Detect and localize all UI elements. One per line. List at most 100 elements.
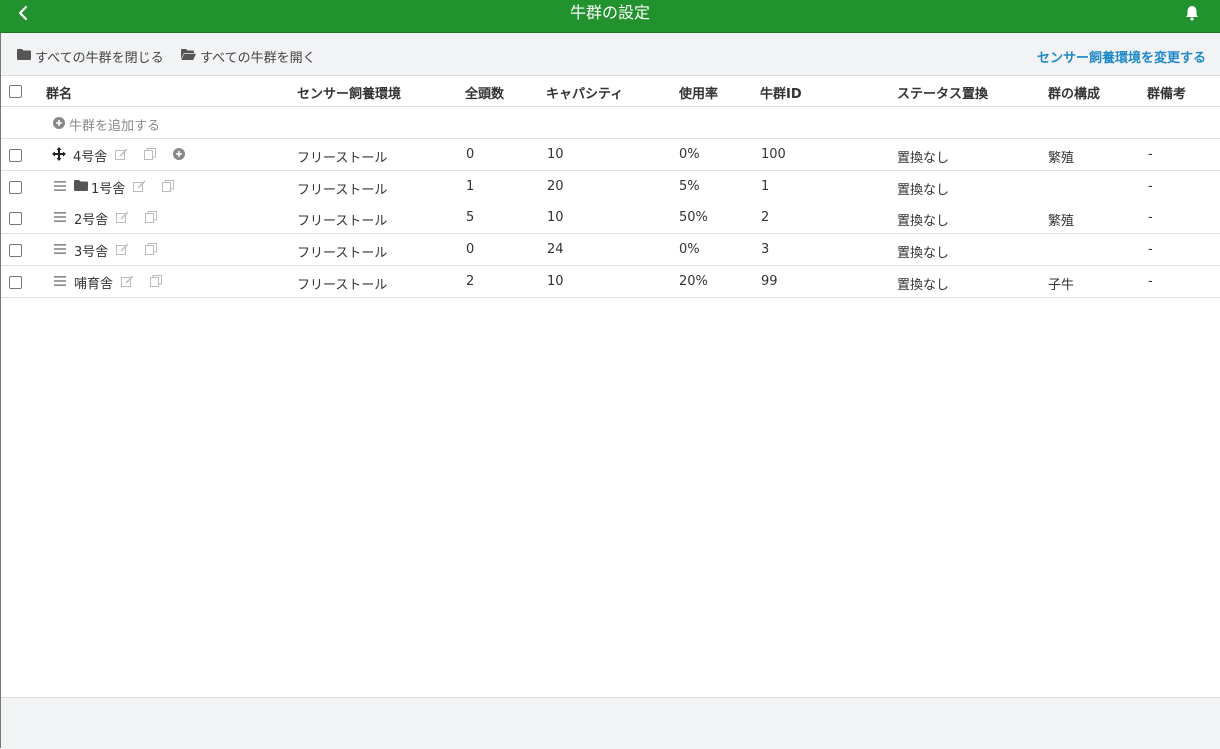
status-cell: 置換なし xyxy=(897,278,950,293)
drag-handle-icon[interactable] xyxy=(54,211,66,226)
usage-cell: 0% xyxy=(679,147,700,162)
drag-handle-icon[interactable] xyxy=(54,275,66,290)
group-name: 2号舎 xyxy=(74,213,109,228)
group-name-cell: 2号舎 xyxy=(54,209,158,228)
table-row: 1号舎 フリーストール 1 20 5% 1 置換なし - xyxy=(1,171,1220,203)
remarks-cell: - xyxy=(1148,179,1153,194)
remarks-cell: - xyxy=(1148,147,1153,162)
capacity-cell: 10 xyxy=(547,274,564,289)
group-name: 4号舎 xyxy=(73,150,108,165)
col-name[interactable]: 群名 xyxy=(46,83,72,102)
table-row: 3号舎 フリーストール 0 24 0% 3 置換なし - xyxy=(1,234,1220,266)
capacity-cell: 10 xyxy=(547,147,564,162)
expand-all-label: すべての牛群を開く xyxy=(200,50,316,66)
col-composition[interactable]: 群の構成 xyxy=(1048,83,1100,102)
group-name-cell: 3号舎 xyxy=(54,241,158,260)
composition-cell: 繁殖 xyxy=(1048,214,1075,229)
row-checkbox[interactable] xyxy=(9,149,22,162)
table-row: 4号舎 フリーストール 0 10 0% 100 置換なし 繁殖 - xyxy=(1,139,1220,171)
add-group-row: 牛群を追加する xyxy=(1,107,1220,139)
drag-handle-icon[interactable] xyxy=(54,180,66,195)
group-id-cell: 2 xyxy=(761,210,770,225)
composition-cell: 子牛 xyxy=(1048,278,1075,293)
group-id-cell: 3 xyxy=(761,242,770,257)
folder-icon[interactable] xyxy=(74,180,88,195)
copy-icon[interactable] xyxy=(162,179,175,196)
table-row: 哺育舎 フリーストール 2 10 20% 99 置換なし 子牛 - xyxy=(1,266,1220,298)
col-count[interactable]: 全頭数 xyxy=(465,83,504,102)
count-cell: 0 xyxy=(466,147,475,162)
add-group-button[interactable]: 牛群を追加する xyxy=(53,115,160,134)
remarks-cell: - xyxy=(1148,242,1153,257)
group-name: 1号舎 xyxy=(91,182,126,197)
capacity-cell: 24 xyxy=(547,242,564,257)
usage-cell: 5% xyxy=(679,179,700,194)
remarks-cell: - xyxy=(1148,274,1153,289)
folder-open-icon xyxy=(181,48,196,64)
status-cell: 置換なし xyxy=(897,151,950,166)
group-id-cell: 1 xyxy=(761,179,770,194)
group-name-cell: 1号舎 xyxy=(54,178,175,197)
row-checkbox[interactable] xyxy=(9,244,22,257)
count-cell: 2 xyxy=(466,274,475,289)
group-name-cell: 哺育舎 xyxy=(54,273,163,292)
env-cell: フリーストール xyxy=(297,183,388,198)
usage-cell: 20% xyxy=(679,274,708,289)
select-all-checkbox[interactable] xyxy=(9,85,22,98)
edit-icon[interactable] xyxy=(133,180,146,196)
edit-icon[interactable] xyxy=(116,243,129,259)
col-env[interactable]: センサー飼養環境 xyxy=(297,83,401,102)
collapse-all-label: すべての牛群を閉じる xyxy=(35,50,164,66)
group-id-cell: 100 xyxy=(761,147,786,162)
status-cell: 置換なし xyxy=(897,214,950,229)
collapse-all-button[interactable]: すべての牛群を閉じる xyxy=(17,47,164,66)
composition-cell: 繁殖 xyxy=(1048,151,1075,166)
footer-bar xyxy=(1,697,1220,749)
table-row: 2号舎 フリーストール 5 10 50% 2 置換なし 繁殖 - xyxy=(1,202,1220,234)
group-name: 3号舎 xyxy=(74,245,109,260)
col-status[interactable]: ステータス置換 xyxy=(897,83,988,102)
env-cell: フリーストール xyxy=(297,278,388,293)
plus-circle-icon[interactable] xyxy=(173,147,186,164)
env-cell: フリーストール xyxy=(297,214,388,229)
row-checkbox[interactable] xyxy=(9,181,22,194)
group-name: 哺育舎 xyxy=(74,277,114,292)
status-cell: 置換なし xyxy=(897,246,950,261)
count-cell: 1 xyxy=(466,179,475,194)
add-group-label: 牛群を追加する xyxy=(69,119,161,134)
usage-cell: 50% xyxy=(679,210,708,225)
edit-icon[interactable] xyxy=(115,148,128,164)
env-cell: フリーストール xyxy=(297,151,388,166)
row-checkbox[interactable] xyxy=(9,276,22,289)
col-remarks[interactable]: 群備考 xyxy=(1147,83,1186,102)
edit-icon[interactable] xyxy=(121,275,134,291)
app-header: 牛群の設定 xyxy=(0,0,1220,33)
count-cell: 0 xyxy=(466,242,475,257)
copy-icon[interactable] xyxy=(144,147,157,164)
folder-closed-icon xyxy=(17,48,31,64)
change-env-link[interactable]: センサー飼養環境を変更する xyxy=(1037,47,1206,66)
row-checkbox[interactable] xyxy=(9,212,22,225)
capacity-cell: 10 xyxy=(547,210,564,225)
expand-all-button[interactable]: すべての牛群を開く xyxy=(181,47,316,66)
copy-icon[interactable] xyxy=(145,242,158,259)
plus-circle-icon xyxy=(53,116,65,133)
capacity-cell: 20 xyxy=(547,179,564,194)
count-cell: 5 xyxy=(466,210,475,225)
copy-icon[interactable] xyxy=(145,210,158,227)
remarks-cell: - xyxy=(1148,210,1153,225)
group-id-cell: 99 xyxy=(761,274,778,289)
group-name-cell: 4号舎 xyxy=(52,146,186,165)
usage-cell: 0% xyxy=(679,242,700,257)
move-icon[interactable] xyxy=(52,146,66,165)
env-cell: フリーストール xyxy=(297,246,388,261)
edit-icon[interactable] xyxy=(116,211,129,227)
bell-icon[interactable] xyxy=(1184,4,1200,22)
toolbar: すべての牛群を閉じる すべての牛群を開く センサー飼養環境を変更する xyxy=(1,33,1220,76)
drag-handle-icon[interactable] xyxy=(54,243,66,258)
col-capacity[interactable]: キャパシティ xyxy=(546,83,623,102)
col-usage[interactable]: 使用率 xyxy=(679,83,718,102)
page-title: 牛群の設定 xyxy=(569,3,650,22)
col-group-id[interactable]: 牛群ID xyxy=(760,83,802,102)
copy-icon[interactable] xyxy=(150,274,163,291)
